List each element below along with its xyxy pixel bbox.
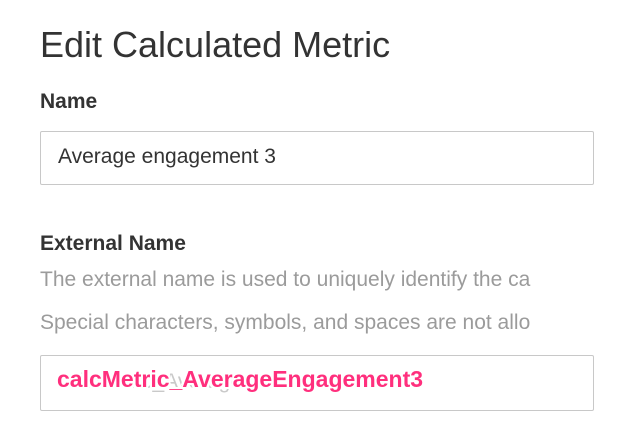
- name-field-value[interactable]: Average engagement 3: [58, 145, 276, 169]
- name-field[interactable]: Average engagement 3: [40, 131, 594, 185]
- name-label: Name: [40, 90, 98, 113]
- external-name-help-line-2: Special characters, symbols, and spaces …: [40, 311, 531, 334]
- external-name-help-line-1: The external name is used to uniquely id…: [40, 268, 531, 291]
- external-name-field-value[interactable]: calcMetric_AverageEngagement3: [57, 366, 423, 393]
- page-title: Edit Calculated Metric: [40, 24, 391, 65]
- edit-calculated-metric-page: Edit Calculated Metric Name Average enga…: [0, 0, 634, 446]
- external-name-field[interactable]: calcMetric_Average calcMetric_AverageEng…: [40, 355, 594, 411]
- external-name-label: External Name: [40, 232, 186, 255]
